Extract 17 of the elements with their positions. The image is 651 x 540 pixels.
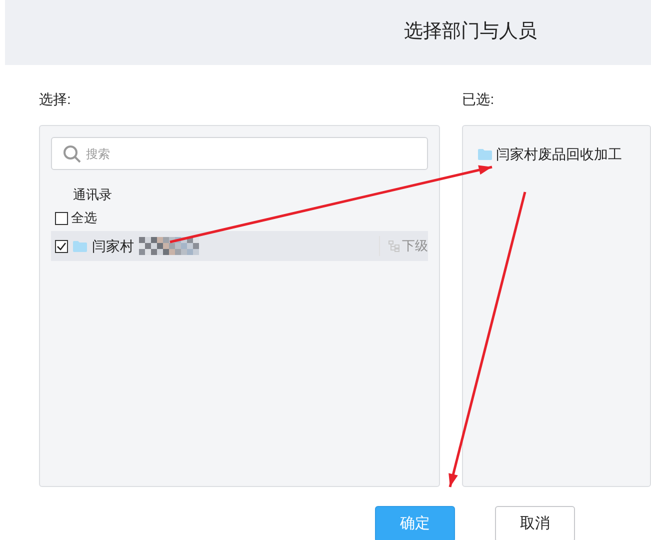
section-label: 已选: — [462, 90, 496, 109]
search-field[interactable]: 搜索 — [51, 137, 428, 170]
hierarchy-icon — [388, 240, 400, 252]
selected-item: 闫家村废品回收加工 — [496, 144, 622, 164]
search-icon — [63, 145, 81, 163]
cancel-button[interactable]: 取消 — [495, 506, 575, 540]
checkbox[interactable] — [55, 212, 68, 224]
select-all-label[interactable]: 全选 — [71, 208, 97, 228]
folder-icon — [478, 148, 492, 160]
folder-icon — [73, 240, 87, 252]
redaction-mosaic — [139, 237, 199, 255]
section-label: 选择: — [39, 90, 72, 109]
dialog-title: 选择部门与人员 — [404, 20, 537, 44]
list-row[interactable]: 闫家村 下级 — [51, 231, 428, 261]
breadcrumb[interactable]: 通讯录 — [73, 187, 112, 202]
department-name: 闫家村 — [92, 236, 134, 256]
checkbox[interactable] — [55, 240, 68, 252]
